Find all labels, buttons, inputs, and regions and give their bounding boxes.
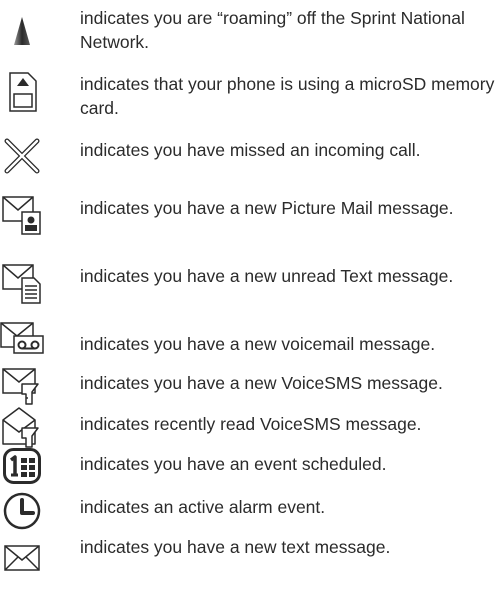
alarm-clock-icon xyxy=(0,492,44,530)
voicesms-icon xyxy=(0,368,44,406)
icon-description: indicates you have a new text message. xyxy=(80,537,391,557)
unread-text-message-icon xyxy=(0,264,44,304)
icon-description: indicates you are “roaming” off the Spri… xyxy=(80,8,465,52)
icon-description: indicates you have a new unread Text mes… xyxy=(80,266,454,286)
icon-description: indicates you have a new VoiceSMS messag… xyxy=(80,373,443,393)
missed-call-icon xyxy=(0,138,44,174)
microsd-card-icon xyxy=(0,72,44,112)
icon-description: indicates you have an event scheduled. xyxy=(80,454,387,474)
icon-description: indicates that your phone is using a mic… xyxy=(80,74,495,118)
icon-description: indicates an active alarm event. xyxy=(80,497,326,517)
event-scheduled-icon xyxy=(0,448,44,484)
voicemail-icon xyxy=(0,322,44,356)
icon-description: indicates recently read VoiceSMS message… xyxy=(80,414,422,434)
read-voicesms-icon xyxy=(0,406,44,448)
picture-mail-icon xyxy=(0,196,44,236)
icon-description: indicates you have missed an incoming ca… xyxy=(80,140,421,160)
text-message-envelope-icon xyxy=(0,545,44,571)
roaming-triangle-icon xyxy=(0,16,44,46)
icon-description: indicates you have a new voicemail messa… xyxy=(80,334,436,354)
icon-description: indicates you have a new Picture Mail me… xyxy=(80,198,454,218)
